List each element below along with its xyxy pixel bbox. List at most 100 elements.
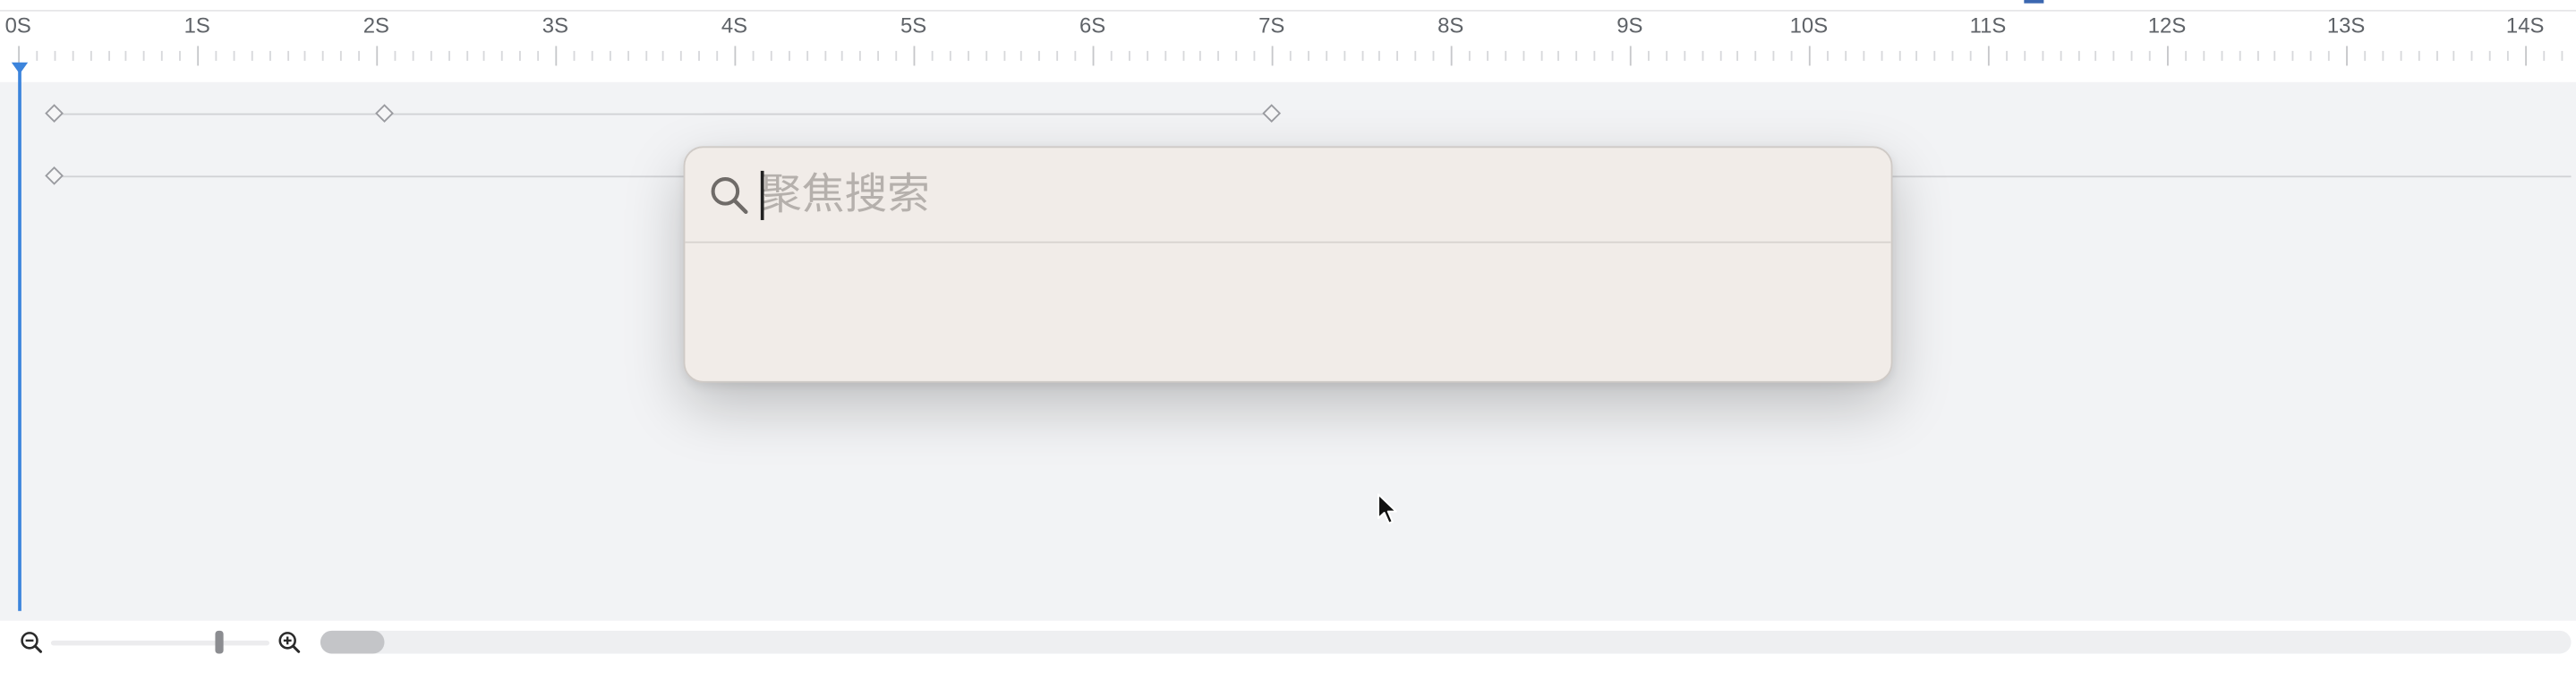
ruler-minor-tick: [1702, 50, 1704, 61]
ruler-minor-tick: [2327, 50, 2330, 61]
ruler-minor-tick: [1863, 50, 1865, 61]
ruler-minor-tick: [519, 50, 521, 61]
spotlight-search-panel: [683, 146, 1893, 383]
ruler-minor-tick: [1845, 50, 1847, 61]
ruler-minor-tick: [2400, 50, 2402, 61]
ruler-minor-tick: [1414, 50, 1417, 61]
ruler-minor-tick: [1951, 50, 1954, 61]
text-caret: [760, 170, 763, 220]
ruler-minor-tick: [609, 50, 611, 61]
zoom-out-icon[interactable]: [20, 631, 43, 654]
playhead-handle[interactable]: [11, 62, 29, 74]
ruler-minor-tick: [1289, 50, 1292, 61]
ruler-minor-tick: [90, 50, 92, 61]
zoom-slider-track[interactable]: [50, 640, 270, 646]
ruler-minor-tick: [1593, 50, 1596, 61]
ruler-label: 12S: [2147, 13, 2187, 38]
ruler-label: 13S: [2326, 13, 2366, 38]
ruler-minor-tick: [1038, 50, 1040, 61]
ruler-label: 11S: [1969, 13, 2007, 38]
ruler-major-tick: [2167, 46, 2169, 66]
time-ruler[interactable]: 0S 1S 2S 3S 4S 5S 6S 7S 8S 9S 10S 11S 12S 13S 14S: [0, 11, 2576, 82]
ruler-minor-tick: [1505, 50, 1507, 61]
ruler-minor-tick: [2488, 50, 2491, 61]
ruler-minor-tick: [394, 50, 397, 61]
ruler-minor-tick: [2291, 50, 2294, 61]
ruler-minor-tick: [573, 50, 576, 61]
zoom-slider-thumb[interactable]: [215, 630, 224, 654]
keyframe-diamond[interactable]: [44, 166, 64, 185]
keyframe-diamond[interactable]: [44, 104, 64, 123]
timeline-footer: [0, 620, 2576, 666]
ruler-minor-tick: [1719, 50, 1722, 61]
ruler-minor-tick: [627, 50, 629, 61]
ruler-minor-tick: [1969, 50, 1972, 61]
ruler-minor-tick: [287, 50, 290, 61]
ruler-label: 2S: [363, 13, 389, 38]
ruler-minor-tick: [1182, 50, 1185, 61]
ruler-minor-tick: [1611, 50, 1614, 61]
ruler-minor-tick: [895, 50, 898, 61]
ruler-minor-tick: [2060, 50, 2062, 61]
ruler-minor-tick: [124, 50, 127, 61]
zoom-in-icon[interactable]: [277, 631, 301, 654]
ruler-minor-tick: [482, 50, 485, 61]
ruler-minor-tick: [1684, 50, 1686, 61]
ruler-minor-tick: [1019, 50, 1022, 61]
ruler-minor-tick: [877, 50, 879, 61]
ruler-minor-tick: [233, 50, 235, 61]
ruler-minor-tick: [1164, 50, 1167, 61]
ruler-major-tick: [1450, 46, 1453, 66]
ruler-minor-tick: [1468, 50, 1471, 61]
ruler-minor-tick: [645, 50, 648, 61]
ruler-minor-tick: [1772, 50, 1775, 61]
ruler-minor-tick: [1110, 50, 1113, 61]
ruler-minor-tick: [2561, 50, 2563, 61]
ruler-minor-tick: [985, 50, 988, 61]
ruler-minor-tick: [36, 50, 38, 61]
horizontal-scrollbar-thumb[interactable]: [320, 630, 385, 654]
ruler-minor-tick: [840, 50, 843, 61]
ruler-minor-tick: [1378, 50, 1380, 61]
keyframe-diamond[interactable]: [375, 104, 395, 123]
ruler-minor-tick: [339, 50, 342, 61]
ruler-minor-tick: [2203, 50, 2205, 61]
ruler-major-tick: [2525, 46, 2527, 66]
ruler-minor-tick: [2309, 50, 2312, 61]
ruler-minor-tick: [537, 50, 540, 61]
ruler-minor-tick: [448, 50, 450, 61]
ruler-minor-tick: [1575, 50, 1578, 61]
ruler-minor-tick: [108, 50, 110, 61]
ruler-minor-tick: [1487, 50, 1488, 61]
ruler-minor-tick: [661, 50, 664, 61]
ruler-minor-tick: [1933, 50, 1936, 61]
ruler-major-tick: [1629, 46, 1632, 66]
ruler-minor-tick: [54, 50, 56, 61]
ruler-minor-tick: [2256, 50, 2259, 61]
ruler-minor-tick: [1790, 50, 1793, 61]
ruler-minor-tick: [1827, 50, 1829, 61]
ruler-label: 6S: [1079, 13, 1106, 38]
ruler-minor-tick: [2006, 50, 2008, 61]
ruler-minor-tick: [2221, 50, 2223, 61]
search-input[interactable]: [759, 164, 1844, 227]
search-icon: [711, 177, 748, 214]
ruler-major-tick: [734, 46, 737, 66]
ruler-minor-tick: [679, 50, 682, 61]
ruler-major-tick: [1092, 46, 1095, 66]
horizontal-scrollbar-track[interactable]: [320, 630, 2572, 654]
ruler-minor-tick: [358, 50, 360, 61]
ruler-minor-tick: [1666, 50, 1668, 61]
ruler-minor-tick: [2364, 50, 2367, 61]
ruler-minor-tick: [2130, 50, 2133, 61]
playhead-line[interactable]: [18, 65, 21, 611]
ruler-minor-tick: [1217, 50, 1219, 61]
ruler-label: 1S: [183, 13, 210, 38]
mouse-pointer-icon: [1377, 493, 1397, 524]
ruler-minor-tick: [1736, 50, 1738, 61]
ruler-minor-tick: [215, 50, 218, 61]
keyframe-diamond[interactable]: [1262, 104, 1282, 123]
ruler-label: 10S: [1789, 13, 1829, 38]
track-line: [54, 113, 1272, 115]
ruler-minor-tick: [1235, 50, 1238, 61]
